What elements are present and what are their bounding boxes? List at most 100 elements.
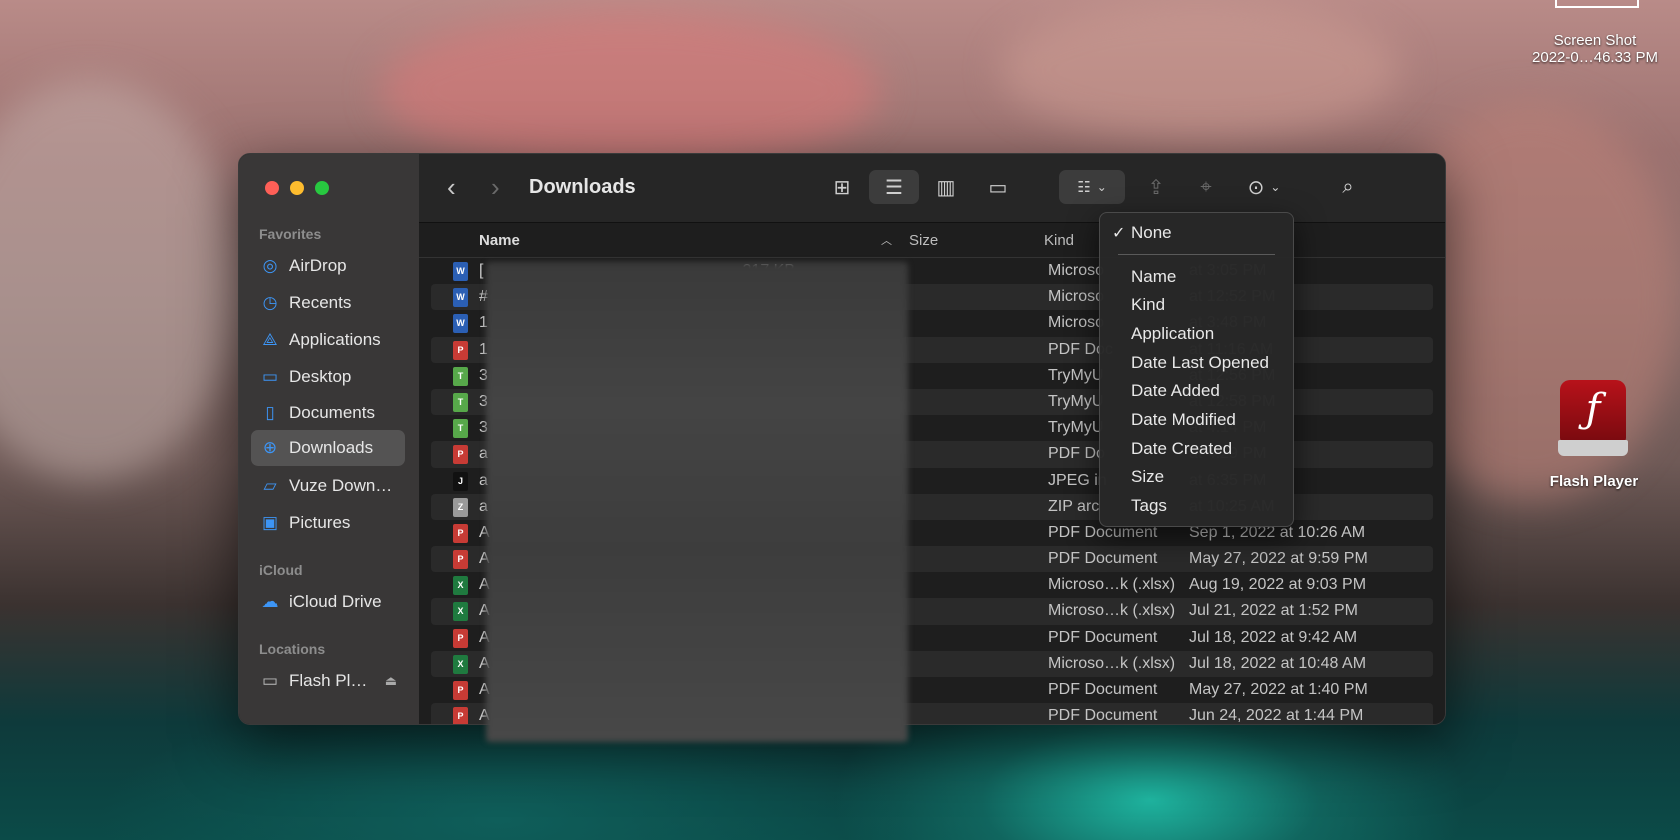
menu-item-date-last-opened[interactable]: Date Last Opened (1131, 353, 1269, 373)
tag-icon: ⌖ (1200, 175, 1212, 198)
document-icon: ▯ (265, 403, 275, 422)
screenshot-date: 2022-0…46.33 PM (1532, 49, 1658, 66)
drive-base (1558, 440, 1628, 456)
clock-icon: ◷ (262, 293, 278, 312)
folder-icon: ▱ (263, 476, 277, 495)
ellipsis-icon: ⊙ (1247, 176, 1265, 199)
group-by-button[interactable]: ☷ ⌄ (1059, 170, 1125, 204)
gallery-icon: ▭ (988, 176, 1008, 199)
group-by-menu: ✓ None Name Kind Application Date Last O… (1099, 212, 1294, 527)
file-kind: PDF Do (1048, 445, 1105, 463)
share-button[interactable]: ⇪ (1131, 170, 1181, 204)
sidebar-item-vuze-downloads[interactable]: ▱ Vuze Down… (251, 468, 405, 504)
sidebar-item-downloads[interactable]: ⊕ Downloads (251, 430, 405, 466)
sidebar-item-icloud-drive[interactable]: ☁ iCloud Drive (251, 584, 405, 620)
file-type-icon: P (453, 707, 468, 724)
column-view-button[interactable]: ▥ (921, 170, 971, 204)
file-kind: Microso…k (.xlsx) (1048, 654, 1176, 672)
locations-header: Locations (259, 641, 326, 657)
file-type-icon: X (453, 576, 468, 596)
file-type-icon: T (453, 419, 468, 439)
share-icon: ⇪ (1147, 176, 1165, 199)
tag-button[interactable]: ⌖ (1181, 170, 1231, 204)
file-date: May 27, 2022 at 1:40 PM (1189, 681, 1368, 698)
back-button[interactable]: ‹ (447, 172, 456, 203)
menu-item-name[interactable]: Name (1131, 267, 1176, 287)
file-kind: Microso…k (.xlsx) (1048, 576, 1176, 594)
sidebar-item-pictures[interactable]: ▣ Pictures (251, 505, 405, 541)
checkmark-icon: ✓ (1112, 225, 1126, 242)
file-kind: JPEG in (1048, 471, 1107, 489)
file-type-icon: P (453, 523, 468, 543)
flash-player-drive-icon[interactable]: ƒ (1558, 380, 1630, 462)
list-view-button[interactable]: ☰ (869, 170, 919, 204)
file-kind: PDF Document (1048, 681, 1158, 698)
pictures-icon: ▣ (261, 513, 279, 532)
eject-icon[interactable]: ⏏ (385, 673, 397, 689)
flash-logo-icon: ƒ (1560, 380, 1626, 442)
file-kind: PDF Document (1048, 628, 1158, 646)
chevron-down-icon: ⌄ (1096, 180, 1107, 194)
file-type-icon: P (453, 340, 468, 360)
kind-column-header[interactable]: Kind (1044, 232, 1074, 249)
screenshot-thumbnail[interactable] (1555, 0, 1639, 8)
file-type-icon: X (453, 654, 468, 674)
name-column-header[interactable]: Name (479, 232, 520, 249)
icloud-header: iCloud (259, 562, 303, 578)
sidebar-item-documents[interactable]: ▯ Documents (251, 395, 405, 431)
menu-item-kind[interactable]: Kind (1131, 295, 1165, 315)
desktop-screenshot-label[interactable]: Screen Shot 2022-0…46.33 PM (1520, 32, 1670, 66)
sidebar-item-desktop[interactable]: ▭ Desktop (251, 359, 405, 395)
search-button[interactable]: ⌕ (1323, 170, 1373, 204)
file-kind: TryMyU (1048, 366, 1104, 384)
minimize-button[interactable] (290, 181, 304, 195)
file-type-icon: T (453, 392, 468, 412)
desktop-icon: ▭ (261, 367, 279, 386)
sidebar-item-recents[interactable]: ◷ Recents (251, 285, 405, 321)
wallpaper-rock (380, 10, 880, 170)
zoom-button[interactable] (315, 181, 329, 195)
close-button[interactable] (265, 181, 279, 195)
menu-item-size[interactable]: Size (1131, 467, 1164, 487)
favorites-header: Favorites (259, 226, 322, 242)
menu-item-date-added[interactable]: Date Added (1131, 381, 1220, 401)
menu-item-date-created[interactable]: Date Created (1131, 439, 1232, 459)
wallpaper-rock (0, 80, 240, 480)
sidebar-item-label: Downloads (289, 438, 374, 457)
sidebar-item-label: Documents (289, 403, 375, 422)
file-kind: Microso (1048, 314, 1105, 332)
sidebar-item-airdrop[interactable]: ◎ AirDrop (251, 248, 405, 284)
file-kind: ZIP arc (1048, 497, 1100, 515)
file-type-icon: P (453, 445, 468, 465)
gallery-view-button[interactable]: ▭ (973, 170, 1023, 204)
action-menu-button[interactable]: ⊙ ⌄ (1233, 170, 1295, 204)
sidebar-item-applications[interactable]: ⟁ Applications (251, 322, 405, 358)
window-title: Downloads (529, 176, 636, 198)
toolbar: ‹ › Downloads ⊞ ☰ ▥ ▭ ☷ ⌄ ⇪ ⌖ ⊙ ⌄ ⌕ (419, 154, 1445, 223)
wallpaper-rock (1000, 0, 1400, 140)
flash-player-drive-label[interactable]: Flash Player (1538, 473, 1650, 490)
menu-item-application[interactable]: Application (1131, 324, 1214, 344)
cloud-icon: ☁ (261, 592, 279, 611)
sidebar-item-label: AirDrop (289, 256, 347, 275)
file-type-icon: W (453, 288, 468, 308)
file-kind: PDF Document (1048, 550, 1158, 568)
drive-icon: ▭ (261, 671, 279, 690)
file-date: Jul 18, 2022 at 9:42 AM (1189, 628, 1358, 646)
file-type-icon: P (453, 628, 468, 648)
forward-button[interactable]: › (491, 172, 500, 203)
icon-view-button[interactable]: ⊞ (817, 170, 867, 204)
columns-icon: ▥ (936, 176, 956, 199)
file-date: Jun 24, 2022 at 1:44 PM (1189, 707, 1364, 725)
sidebar-item-label: Vuze Down… (289, 476, 393, 495)
sidebar-item-flash-player[interactable]: ▭ Flash Pl… ⏏ (251, 663, 405, 699)
menu-item-date-modified[interactable]: Date Modified (1131, 410, 1236, 430)
menu-item-tags[interactable]: Tags (1131, 496, 1167, 516)
file-date: May 27, 2022 at 9:59 PM (1189, 550, 1368, 568)
size-column-header[interactable]: Size (909, 232, 938, 249)
file-kind: Microso…k (.xlsx) (1048, 602, 1176, 620)
file-kind: PDF Document (1048, 707, 1158, 725)
menu-item-none[interactable]: None (1131, 223, 1172, 243)
file-kind: Microso (1048, 262, 1105, 279)
file-type-icon: P (453, 681, 468, 700)
